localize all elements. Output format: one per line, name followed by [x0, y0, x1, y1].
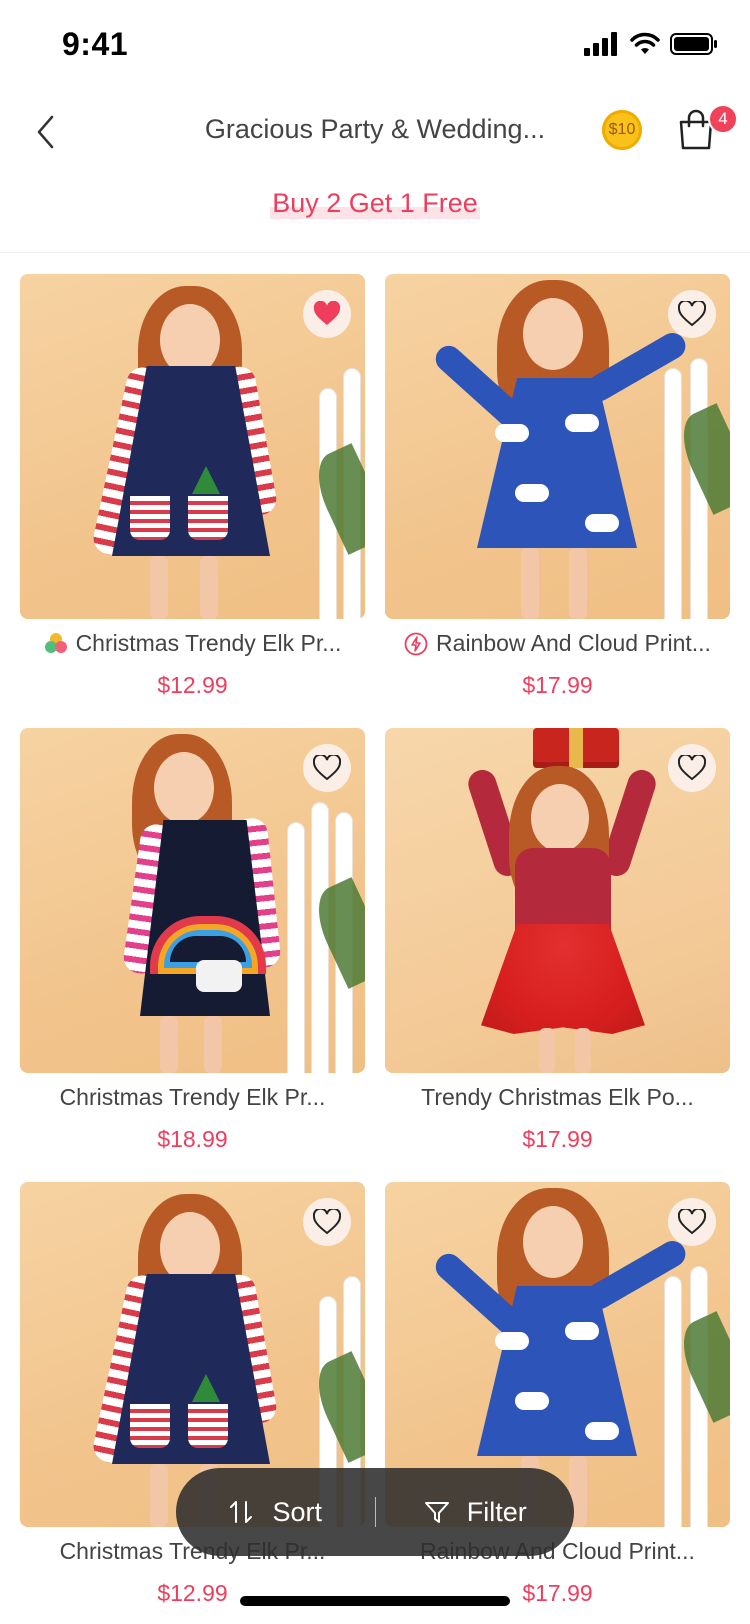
product-price: $18.99	[157, 1126, 228, 1152]
product-name[interactable]: Christmas Trendy Elk Pr...	[20, 1084, 365, 1111]
heart-outline-icon	[678, 755, 706, 781]
chevron-left-icon	[37, 115, 54, 149]
header-divider	[0, 252, 750, 253]
wifi-icon	[630, 32, 660, 54]
sort-filter-bar: Sort Filter	[176, 1468, 574, 1556]
product-price: $17.99	[522, 1126, 593, 1152]
cellular-signal-icon	[584, 32, 617, 56]
cart-count-badge: 4	[708, 104, 738, 134]
promo-text: Buy 2 Get 1 Free	[270, 188, 480, 219]
wishlist-button[interactable]	[668, 744, 716, 792]
coin-label: $10	[608, 121, 636, 138]
heart-outline-icon	[313, 755, 341, 781]
wishlist-button[interactable]	[668, 290, 716, 338]
home-indicator[interactable]	[240, 1596, 510, 1606]
status-bar: 9:41	[0, 0, 750, 90]
product-price: $12.99	[157, 672, 228, 698]
status-time: 9:41	[62, 26, 129, 62]
coupon-coin-button[interactable]: $10	[602, 110, 642, 150]
navigation-bar: Gracious Party & Wedding... $10 4	[0, 90, 750, 176]
battery-icon	[670, 33, 717, 55]
wishlist-button[interactable]	[303, 744, 351, 792]
status-icons	[584, 32, 718, 56]
back-button[interactable]	[22, 108, 70, 156]
heart-outline-icon	[678, 1209, 706, 1235]
filter-label: Filter	[466, 1496, 527, 1527]
product-price: $17.99	[522, 672, 593, 698]
heart-outline-icon	[678, 301, 706, 327]
sort-label: Sort	[272, 1496, 323, 1527]
wishlist-button[interactable]	[668, 1198, 716, 1246]
page-title: Gracious Party & Wedding...	[204, 114, 546, 144]
heart-filled-icon	[313, 301, 341, 325]
wishlist-button[interactable]	[303, 290, 351, 338]
wishlist-button[interactable]	[303, 1198, 351, 1246]
promo-banner[interactable]: Buy 2 Get 1 Free	[0, 188, 750, 219]
filter-button[interactable]: Filter	[376, 1497, 575, 1528]
product-name[interactable]: Rainbow And Cloud Print...	[385, 630, 730, 657]
heart-outline-icon	[313, 1209, 341, 1235]
flash-icon	[404, 632, 428, 655]
colors-icon	[44, 632, 67, 653]
sort-button[interactable]: Sort	[176, 1497, 375, 1528]
product-name[interactable]: Trendy Christmas Elk Po...	[385, 1084, 730, 1111]
product-name[interactable]: Christmas Trendy Elk Pr...	[20, 630, 365, 657]
filter-icon	[424, 1502, 449, 1523]
sort-icon	[230, 1501, 253, 1523]
